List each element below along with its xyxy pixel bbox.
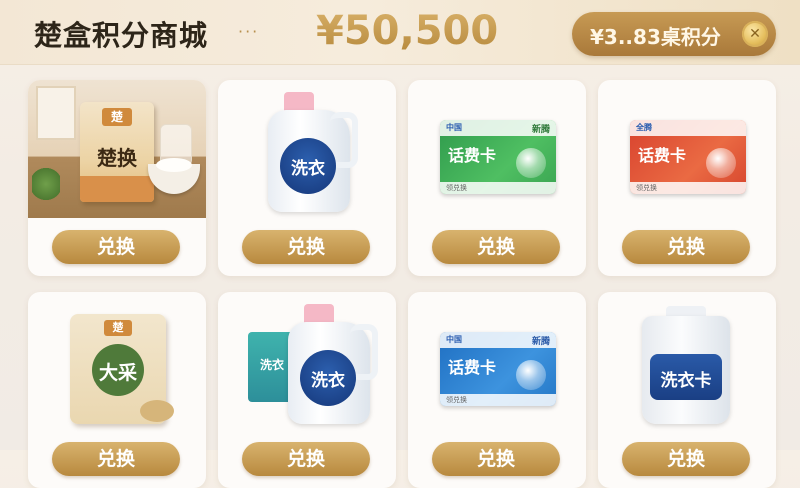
product-image-recharge-card: 中国 新腾 话费卡 领兑换 (408, 80, 586, 218)
product-image-rice: 楚 大采 (28, 292, 206, 430)
exchange-button[interactable]: 兑换 (432, 442, 560, 476)
product-card-recharge-red[interactable]: 全腾 话费卡 领兑换 兑换 (598, 80, 776, 276)
product-name: 洗衣 (291, 159, 325, 179)
balance-amount: ¥50,500 (316, 8, 499, 54)
exchange-button[interactable]: 兑换 (432, 230, 560, 264)
exchange-button[interactable]: 兑换 (52, 230, 180, 264)
product-name: 洗衣卡 (660, 371, 712, 391)
product-image-flour: 楚 楚换 (28, 80, 206, 218)
product-name: 话费卡 (638, 146, 687, 165)
product-name: 楚换 (97, 146, 137, 170)
coin-icon: ✕ (742, 21, 768, 47)
points-label: ¥3..83桌积分 (590, 25, 721, 49)
product-card-flour[interactable]: 楚 楚换 兑换 (28, 80, 206, 276)
product-name: 大采 (98, 362, 137, 384)
product-card-recharge-blue[interactable]: 中国 新腾 话费卡 领兑换 兑换 (408, 292, 586, 488)
product-image-recharge-card: 中国 新腾 话费卡 领兑换 (408, 292, 586, 430)
product-card-detergent-combo[interactable]: 洗衣 洗衣 兑换 (218, 292, 396, 488)
exchange-button[interactable]: 兑换 (242, 442, 370, 476)
exchange-button[interactable]: 兑换 (622, 442, 750, 476)
product-image-detergent: 洗衣 (218, 80, 396, 218)
more-dots: ··· (238, 22, 260, 41)
product-card-recharge-green[interactable]: 中国 新腾 话费卡 领兑换 兑换 (408, 80, 586, 276)
product-image-recharge-card: 全腾 话费卡 领兑换 (598, 80, 776, 218)
product-image-detergent-combo: 洗衣 洗衣 (218, 292, 396, 430)
page-title: 楚盒积分商城 (34, 19, 209, 52)
product-name: 话费卡 (448, 146, 497, 165)
product-image-detergent-tub: 洗衣卡 (598, 292, 776, 430)
exchange-button[interactable]: 兑换 (52, 442, 180, 476)
header-bar: 楚盒积分商城 ··· ¥50,500 ¥3..83桌积分 ✕ (0, 0, 800, 65)
product-card-detergent-tub[interactable]: 洗衣卡 兑换 (598, 292, 776, 488)
product-name: 洗衣 (311, 371, 345, 391)
product-name: 话费卡 (448, 358, 497, 377)
exchange-button[interactable]: 兑换 (622, 230, 750, 264)
product-card-rice[interactable]: 楚 大采 兑换 (28, 292, 206, 488)
product-card-detergent[interactable]: 洗衣 兑换 (218, 80, 396, 276)
exchange-button[interactable]: 兑换 (242, 230, 370, 264)
points-button[interactable]: ¥3..83桌积分 ✕ (572, 12, 776, 56)
